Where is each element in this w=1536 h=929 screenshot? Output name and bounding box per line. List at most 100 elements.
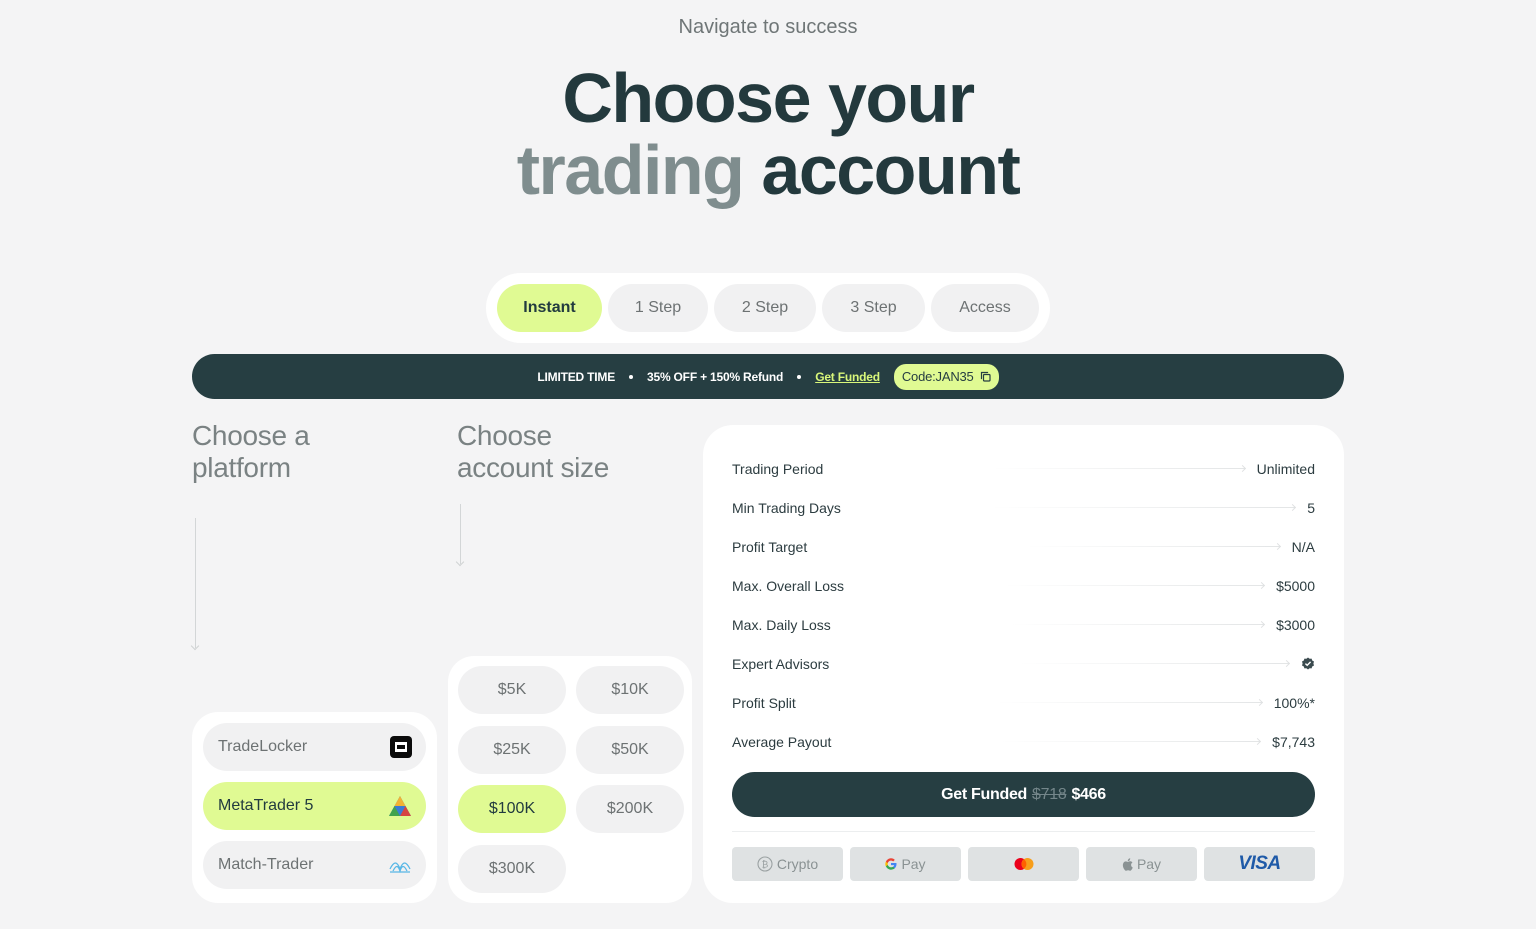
tab-1-step[interactable]: 1 Step <box>608 284 708 332</box>
offer-text: 35% OFF + 150% Refund <box>647 369 784 384</box>
platform-title-line-2: platform <box>192 452 291 483</box>
detail-label: Trading Period <box>732 460 824 477</box>
platform-match-trader[interactable]: Match-Trader <box>203 841 426 889</box>
title-line-1: Choose your <box>562 59 975 137</box>
detail-label: Max. Daily Loss <box>732 616 831 633</box>
platform-metatrader-5[interactable]: MetaTrader 5 <box>203 782 426 830</box>
title-line-2: trading account <box>0 134 1536 206</box>
mastercard-icon <box>1014 858 1033 870</box>
account-details-card: Trading Period Unlimited Min Trading Day… <box>703 425 1344 903</box>
platform-arrow-line <box>195 518 196 648</box>
title-word: account <box>761 131 1020 209</box>
size-5k[interactable]: $5K <box>458 666 566 714</box>
promo-code-chip[interactable]: Code:JAN35 <box>893 363 999 390</box>
platform-label: Match-Trader <box>218 856 314 873</box>
detail-label: Min Trading Days <box>732 499 841 516</box>
detail-row-max-overall-loss: Max. Overall Loss $5000 <box>732 566 1315 605</box>
payment-methods: ₿ Crypto Pay Pay VISA <box>732 847 1315 881</box>
detail-value: 5 <box>1307 499 1315 516</box>
promo-banner: LIMITED TIME 35% OFF + 150% Refund Get F… <box>192 354 1344 399</box>
cta-price: $466 <box>1071 785 1106 803</box>
get-funded-link[interactable]: Get Funded <box>815 370 880 384</box>
size-section-title: Choose account size <box>457 420 609 484</box>
tab-instant[interactable]: Instant <box>497 284 602 332</box>
payment-label: Pay <box>901 856 926 872</box>
platform-section-title: Choose a platform <box>192 420 310 484</box>
leader-line <box>990 507 1296 508</box>
detail-row-min-trading-days: Min Trading Days 5 <box>732 488 1315 527</box>
detail-value: Unlimited <box>1256 460 1315 477</box>
size-300k[interactable]: $300K <box>458 844 566 893</box>
detail-value: N/A <box>1291 538 1315 555</box>
leader-line <box>1001 741 1261 742</box>
payment-apple-pay[interactable]: Pay <box>1086 847 1197 881</box>
detail-row-average-payout: Average Payout $7,743 <box>732 722 1315 761</box>
detail-row-trading-period: Trading Period Unlimited <box>732 449 1315 488</box>
size-arrow-line <box>460 504 461 564</box>
tab-2-step[interactable]: 2 Step <box>714 284 816 332</box>
separator-dot <box>797 374 802 379</box>
detail-value: $7,743 <box>1272 733 1315 750</box>
size-100k[interactable]: $100K <box>458 785 566 833</box>
payment-crypto[interactable]: ₿ Crypto <box>732 847 843 881</box>
cta-label: Get Funded <box>941 785 1028 803</box>
metatrader-icon <box>389 796 411 816</box>
promo-code-text: Code:JAN35 <box>901 369 974 384</box>
payment-google-pay[interactable]: Pay <box>850 847 961 881</box>
detail-label: Max. Overall Loss <box>732 577 845 594</box>
detail-row-max-daily-loss: Max. Daily Loss $3000 <box>732 605 1315 644</box>
detail-label: Profit Split <box>732 694 796 711</box>
detail-value: 100%* <box>1273 694 1315 711</box>
check-badge-icon <box>1302 657 1314 669</box>
match-trader-icon <box>389 862 411 873</box>
platform-title-line-1: Choose a <box>192 420 310 451</box>
page-title: Choose your trading account <box>0 62 1536 206</box>
detail-value: $3000 <box>1276 616 1315 633</box>
leader-line <box>1010 624 1265 625</box>
visa-logo: VISA <box>1238 853 1281 874</box>
leader-line <box>1004 585 1265 586</box>
leader-line <box>995 702 1262 703</box>
payment-visa[interactable]: VISA <box>1204 847 1315 881</box>
bitcoin-icon: ₿ <box>757 856 773 872</box>
copy-icon <box>980 371 991 382</box>
tab-access[interactable]: Access <box>931 284 1039 332</box>
divider <box>732 831 1315 832</box>
tab-3-step[interactable]: 3 Step <box>822 284 925 332</box>
payment-mastercard[interactable] <box>968 847 1079 881</box>
limited-time-label: LIMITED TIME <box>537 369 615 384</box>
platform-list: TradeLocker MetaTrader 5 Match-Trader <box>192 712 437 903</box>
detail-label: Profit Target <box>732 538 808 555</box>
platform-tradelocker[interactable]: TradeLocker <box>203 723 426 771</box>
detail-label: Average Payout <box>732 733 832 750</box>
separator-dot <box>629 374 633 379</box>
detail-row-profit-split: Profit Split 100%* <box>732 683 1315 722</box>
svg-text:₿: ₿ <box>762 860 769 871</box>
detail-row-profit-target: Profit Target N/A <box>732 527 1315 566</box>
google-g-icon <box>885 858 897 870</box>
leader-line <box>1019 663 1289 664</box>
size-10k[interactable]: $10K <box>576 666 684 714</box>
size-title-line-2: account size <box>457 452 610 483</box>
tradelocker-icon <box>390 736 412 758</box>
detail-value: $5000 <box>1276 577 1315 594</box>
size-50k[interactable]: $50K <box>576 725 684 774</box>
detail-label: Expert Advisors <box>732 655 830 672</box>
size-25k[interactable]: $25K <box>458 725 566 774</box>
title-muted-word: trading <box>516 131 745 209</box>
eyebrow: Navigate to success <box>678 16 858 38</box>
platform-label: MetaTrader 5 <box>218 797 314 814</box>
apple-icon <box>1122 857 1133 871</box>
size-title-line-1: Choose <box>457 420 552 451</box>
account-size-grid: $5K $10K $25K $50K $100K $200K $300K <box>448 656 692 903</box>
detail-row-expert-advisors: Expert Advisors <box>732 644 1315 683</box>
leader-line <box>993 468 1245 469</box>
leader-line <box>1027 546 1280 547</box>
payment-label: Crypto <box>776 856 819 872</box>
challenge-tabs: Instant 1 Step 2 Step 3 Step Access <box>486 273 1050 343</box>
cta-old-price: $718 <box>1032 785 1067 803</box>
platform-label: TradeLocker <box>218 738 308 755</box>
get-funded-button[interactable]: Get Funded $718 $466 <box>732 772 1315 817</box>
size-200k[interactable]: $200K <box>576 785 684 833</box>
payment-label: Pay <box>1136 856 1162 872</box>
